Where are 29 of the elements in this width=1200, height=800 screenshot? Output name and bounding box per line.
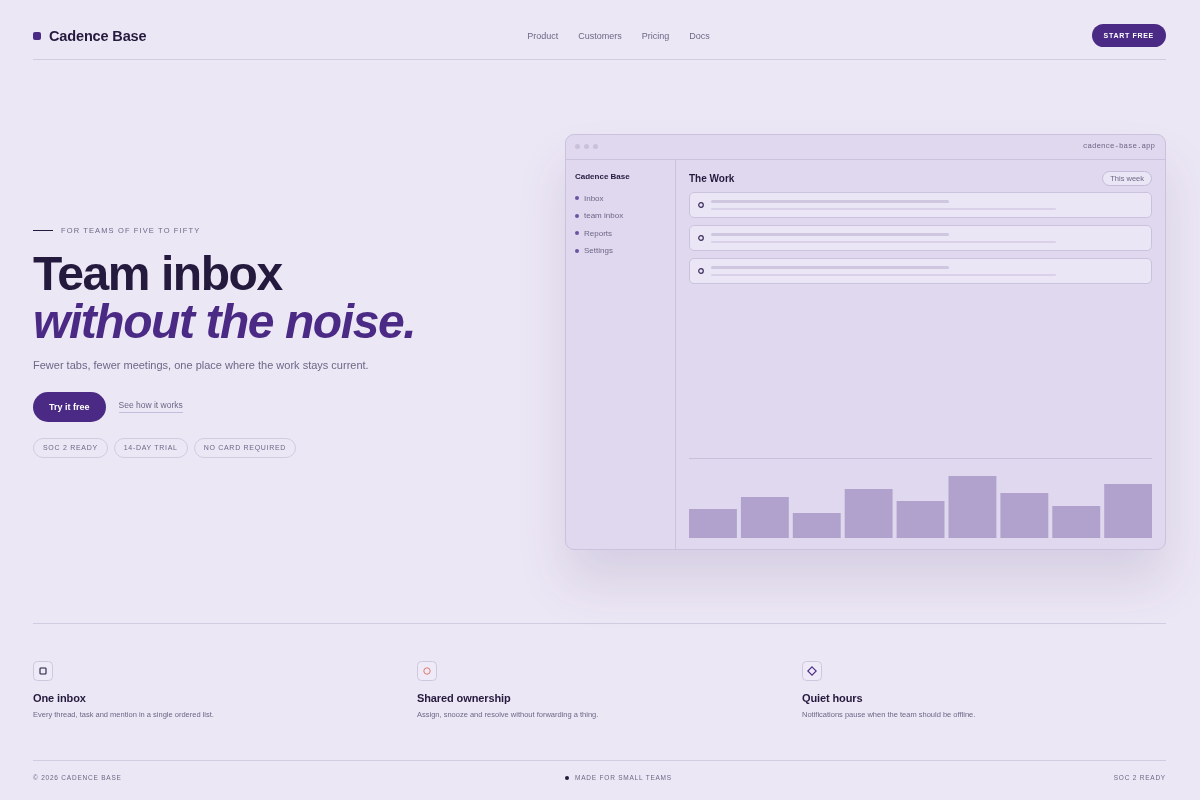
hero-subtitle: Fewer tabs, fewer meetings, one place where the work stays current. — [33, 357, 369, 372]
dot-icon — [575, 231, 579, 236]
feature-title: One inbox — [33, 691, 86, 706]
dot-icon — [575, 196, 579, 201]
how-it-works-link[interactable]: See how it works — [118, 400, 183, 413]
feature-title: Shared ownership — [417, 691, 511, 706]
ring-icon — [698, 267, 704, 274]
sidebar-item[interactable]: Reports — [575, 226, 612, 240]
try-free-button[interactable]: Try it free — [33, 391, 106, 422]
sidebar-item[interactable]: Settings — [575, 244, 613, 258]
sidebar-item[interactable]: team inbox — [575, 209, 624, 223]
headline-accent: without the noise. — [33, 297, 416, 346]
ring-icon — [698, 234, 704, 241]
square-icon — [33, 661, 53, 681]
nav-link[interactable]: Customers — [578, 30, 622, 41]
dot-icon — [575, 248, 579, 253]
sidebar-item[interactable]: Inbox — [575, 191, 604, 205]
nav-link[interactable]: Docs — [689, 30, 710, 41]
feature-title: Quiet hours — [802, 691, 863, 706]
dot-icon — [565, 775, 570, 780]
headline: Team inbox — [33, 249, 282, 298]
ring-icon — [698, 201, 704, 208]
dot-icon — [575, 213, 579, 218]
brand-name: Cadence Base — [49, 27, 147, 44]
logo-icon — [33, 31, 41, 40]
main-title: The Work — [689, 173, 735, 184]
sidebar-brand: Cadence Base — [575, 171, 630, 182]
nav-link[interactable]: Product — [527, 30, 559, 41]
nav-link[interactable]: Pricing — [641, 30, 670, 41]
